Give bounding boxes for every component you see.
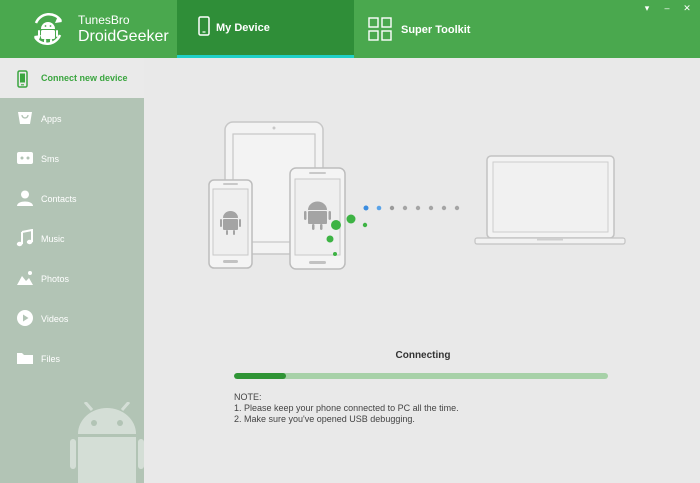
sidebar-item-label: Sms (41, 154, 59, 164)
connection-notes: NOTE: 1. Please keep your phone connecte… (234, 392, 459, 425)
sidebar-item-contacts[interactable]: Contacts (0, 178, 144, 218)
sidebar-item-photos[interactable]: Photos (0, 258, 144, 298)
sidebar-item-label: Files (41, 354, 61, 364)
grid-icon (368, 17, 392, 41)
photos-icon (17, 271, 33, 285)
sidebar-item-connect-new-device[interactable]: Connect new device (0, 58, 144, 98)
contacts-icon (17, 190, 33, 206)
sidebar-item-apps[interactable]: Apps (0, 98, 144, 138)
phone-icon (17, 70, 28, 88)
progress-fill (234, 373, 287, 379)
music-icon (16, 229, 33, 247)
connection-illustration (208, 121, 626, 270)
minimize-icon[interactable]: – (662, 3, 672, 14)
sidebar-item-music[interactable]: Music (0, 218, 144, 258)
close-icon[interactable]: ✕ (682, 3, 692, 14)
apps-icon (18, 112, 32, 124)
sidebar-item-videos[interactable]: Videos (0, 298, 144, 338)
android-watermark-icon (70, 402, 144, 483)
connection-status: Connecting (395, 350, 451, 361)
tab-super-toolkit[interactable]: Super Toolkit (354, 0, 524, 58)
phone-icon (198, 16, 210, 36)
window-controls: ▾ – ✕ (642, 3, 692, 14)
connection-dots (363, 205, 460, 211)
sms-icon (17, 152, 33, 164)
sidebar-item-label: Music (41, 234, 65, 244)
app-header: TunesBro DroidGeeker My Device Super Too… (0, 0, 700, 58)
brand-product: DroidGeeker (78, 28, 169, 45)
sidebar-item-label: Photos (41, 274, 70, 284)
tab-super-toolkit-label: Super Toolkit (401, 24, 471, 36)
main-content: Connecting NOTE: 1. Please keep your pho… (144, 58, 700, 483)
phone-left-icon (208, 179, 253, 269)
note-title: NOTE: (234, 392, 262, 402)
tab-my-device[interactable]: My Device (177, 0, 354, 58)
laptop-icon (474, 155, 626, 245)
sidebar-item-label: Apps (41, 114, 62, 124)
note-line: 1. Please keep your phone connected to P… (234, 403, 459, 413)
sidebar-item-sms[interactable]: Sms (0, 138, 144, 178)
videos-icon (17, 310, 33, 326)
connection-progress-bar (234, 373, 608, 379)
sidebar-item-label: Connect new device (41, 73, 128, 83)
sidebar: Connect new device Apps Sms Contacts Mus… (0, 58, 144, 483)
droidgeeker-logo-icon (33, 13, 63, 45)
brand-vendor: TunesBro (78, 13, 130, 27)
sidebar-item-files[interactable]: Files (0, 338, 144, 378)
note-line: 2. Make sure you've opened USB debugging… (234, 414, 415, 424)
files-icon (17, 353, 33, 364)
sidebar-item-label: Videos (41, 314, 69, 324)
menu-dropdown-icon[interactable]: ▾ (642, 3, 652, 14)
tab-my-device-label: My Device (216, 22, 270, 34)
sidebar-item-label: Contacts (41, 194, 77, 204)
